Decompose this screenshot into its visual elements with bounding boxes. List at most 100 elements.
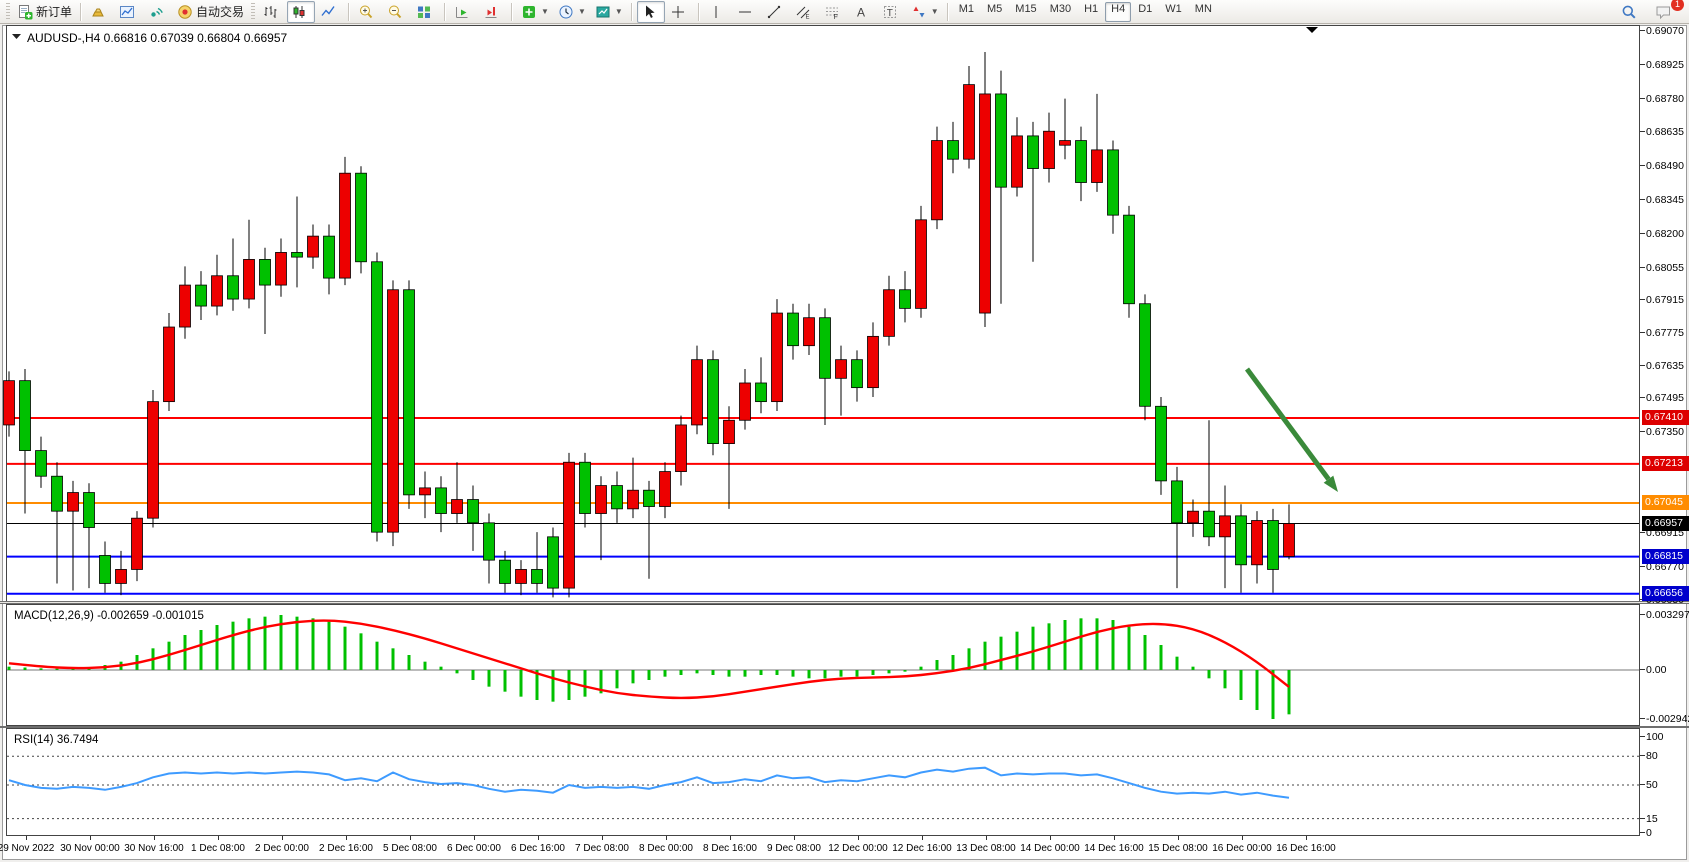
time-axis-tick bbox=[1114, 836, 1115, 840]
time-axis-tick bbox=[922, 836, 923, 840]
new-order-button[interactable]: 新订单 bbox=[13, 1, 76, 23]
time-axis-tick bbox=[1050, 836, 1051, 840]
template-icon bbox=[595, 4, 611, 20]
time-axis-tick bbox=[1242, 836, 1243, 840]
vertical-line-tool-button[interactable] bbox=[704, 1, 732, 23]
macd-axis-tick: 0.003297 bbox=[1646, 609, 1689, 621]
text-icon: A bbox=[853, 4, 869, 20]
arrow-objects-button[interactable]: ▼ bbox=[907, 1, 943, 23]
time-axis-label: 16 Dec 16:00 bbox=[1261, 843, 1351, 854]
price-axis-tick: 0.69070 bbox=[1646, 25, 1689, 37]
text-label-icon: T bbox=[882, 4, 898, 20]
time-axis-tick bbox=[26, 836, 27, 840]
time-axis-tick bbox=[346, 836, 347, 840]
tab-timeframe-w1[interactable]: W1 bbox=[1159, 2, 1188, 22]
rsi-axis-tick: 100 bbox=[1646, 731, 1689, 743]
crosshair-tool-button[interactable] bbox=[666, 1, 694, 23]
signal-icon bbox=[148, 4, 164, 20]
time-axis-tick bbox=[986, 836, 987, 840]
tab-timeframe-mn[interactable]: MN bbox=[1189, 2, 1218, 22]
zoom-out-button[interactable] bbox=[383, 1, 411, 23]
channel-tool-button[interactable]: E bbox=[791, 1, 819, 23]
new-order-label: 新订单 bbox=[36, 3, 72, 20]
toolbar-separator bbox=[444, 3, 446, 21]
bar-chart-icon bbox=[262, 4, 278, 20]
tab-timeframe-m30[interactable]: M30 bbox=[1044, 2, 1077, 22]
cursor-arrow-icon bbox=[641, 4, 657, 20]
auto-scroll-button[interactable] bbox=[450, 1, 478, 23]
price-chart-pane[interactable]: AUDUSD-,H4 0.66816 0.67039 0.66804 0.669… bbox=[0, 25, 1689, 602]
signals-button[interactable] bbox=[144, 1, 172, 23]
tab-timeframe-m15[interactable]: M15 bbox=[1009, 2, 1042, 22]
macd-pane[interactable]: MACD(12,26,9) -0.002659 -0.001015 bbox=[0, 604, 1689, 726]
price-badge-0.67410: 0.67410 bbox=[1642, 410, 1689, 425]
zoom-in-button[interactable] bbox=[354, 1, 382, 23]
tab-timeframe-d1[interactable]: D1 bbox=[1132, 2, 1158, 22]
line-chart-mode-button[interactable] bbox=[316, 1, 344, 23]
chart-shift-button[interactable] bbox=[479, 1, 507, 23]
price-badge-0.67213: 0.67213 bbox=[1642, 456, 1689, 471]
price-badge-0.66815: 0.66815 bbox=[1642, 549, 1689, 564]
rsi-axis-tick: 50 bbox=[1646, 779, 1689, 791]
text-tool-button[interactable]: A bbox=[849, 1, 877, 23]
main-toolbar: 新订单 自动交易 ▼ ▼ bbox=[0, 0, 1689, 24]
chart-shift-icon bbox=[483, 4, 499, 20]
equidistant-channel-icon: E bbox=[795, 4, 811, 20]
macd-axis-tick: -0.002942 bbox=[1646, 713, 1689, 725]
time-axis-tick bbox=[858, 836, 859, 840]
arrow-objects-icon bbox=[911, 4, 927, 20]
candlestick-mode-button[interactable] bbox=[287, 1, 315, 23]
time-axis-tick bbox=[218, 836, 219, 840]
toolbar-separator bbox=[80, 3, 82, 21]
templates-button[interactable]: ▼ bbox=[591, 1, 627, 23]
time-axis-tick bbox=[154, 836, 155, 840]
time-axis-tick bbox=[794, 836, 795, 840]
auto-trading-label: 自动交易 bbox=[196, 3, 244, 20]
time-axis-tick bbox=[730, 836, 731, 840]
price-axis-tick: 0.68345 bbox=[1646, 194, 1689, 206]
tab-timeframe-h1[interactable]: H1 bbox=[1078, 2, 1104, 22]
indicators-button[interactable]: ▼ bbox=[517, 1, 553, 23]
price-axis-tick: 0.68925 bbox=[1646, 59, 1689, 71]
chevron-down-icon: ▼ bbox=[578, 7, 586, 16]
trendline-tool-button[interactable] bbox=[762, 1, 790, 23]
svg-text:F: F bbox=[833, 14, 837, 20]
text-label-tool-button[interactable]: T bbox=[878, 1, 906, 23]
price-pane-border bbox=[7, 26, 1640, 602]
rsi-pane[interactable]: RSI(14) 36.7494 bbox=[0, 728, 1689, 836]
svg-text:A: A bbox=[857, 5, 865, 19]
rsi-axis-tick: 80 bbox=[1646, 750, 1689, 762]
periods-button[interactable]: ▼ bbox=[554, 1, 590, 23]
toolbar-grip bbox=[251, 3, 255, 21]
time-axis-tick bbox=[90, 836, 91, 840]
price-badge-0.66656: 0.66656 bbox=[1642, 586, 1689, 601]
fibonacci-tool-button[interactable]: F bbox=[820, 1, 848, 23]
price-axis-tick: 0.68055 bbox=[1646, 262, 1689, 274]
market-window-button[interactable] bbox=[115, 1, 143, 23]
time-axis-tick bbox=[538, 836, 539, 840]
auto-scroll-icon bbox=[454, 4, 470, 20]
toolbar-grip bbox=[6, 3, 10, 21]
zoom-out-icon bbox=[387, 4, 403, 20]
auto-trading-button[interactable]: 自动交易 bbox=[173, 1, 248, 23]
toolbar-separator bbox=[348, 3, 350, 21]
search-icon bbox=[1621, 4, 1637, 20]
horizontal-line-tool-button[interactable] bbox=[733, 1, 761, 23]
bar-chart-mode-button[interactable] bbox=[258, 1, 286, 23]
gold-chart-button[interactable] bbox=[86, 1, 114, 23]
search-button[interactable] bbox=[1617, 1, 1645, 23]
notifications-button[interactable]: 1 bbox=[1651, 1, 1679, 23]
cursor-tool-button[interactable] bbox=[637, 1, 665, 23]
time-axis-tick bbox=[602, 836, 603, 840]
tab-timeframe-m1[interactable]: M1 bbox=[953, 2, 980, 22]
svg-text:T: T bbox=[887, 8, 893, 19]
tab-timeframe-m5[interactable]: M5 bbox=[981, 2, 1008, 22]
tab-timeframe-h4[interactable]: H4 bbox=[1105, 2, 1131, 22]
price-badge-0.67045: 0.67045 bbox=[1642, 495, 1689, 510]
toolbar-separator bbox=[631, 3, 633, 21]
gold-ingot-icon bbox=[90, 4, 106, 20]
time-axis-tick bbox=[1178, 836, 1179, 840]
new-order-icon bbox=[17, 4, 33, 20]
tile-windows-button[interactable] bbox=[412, 1, 440, 23]
zoom-in-icon bbox=[358, 4, 374, 20]
